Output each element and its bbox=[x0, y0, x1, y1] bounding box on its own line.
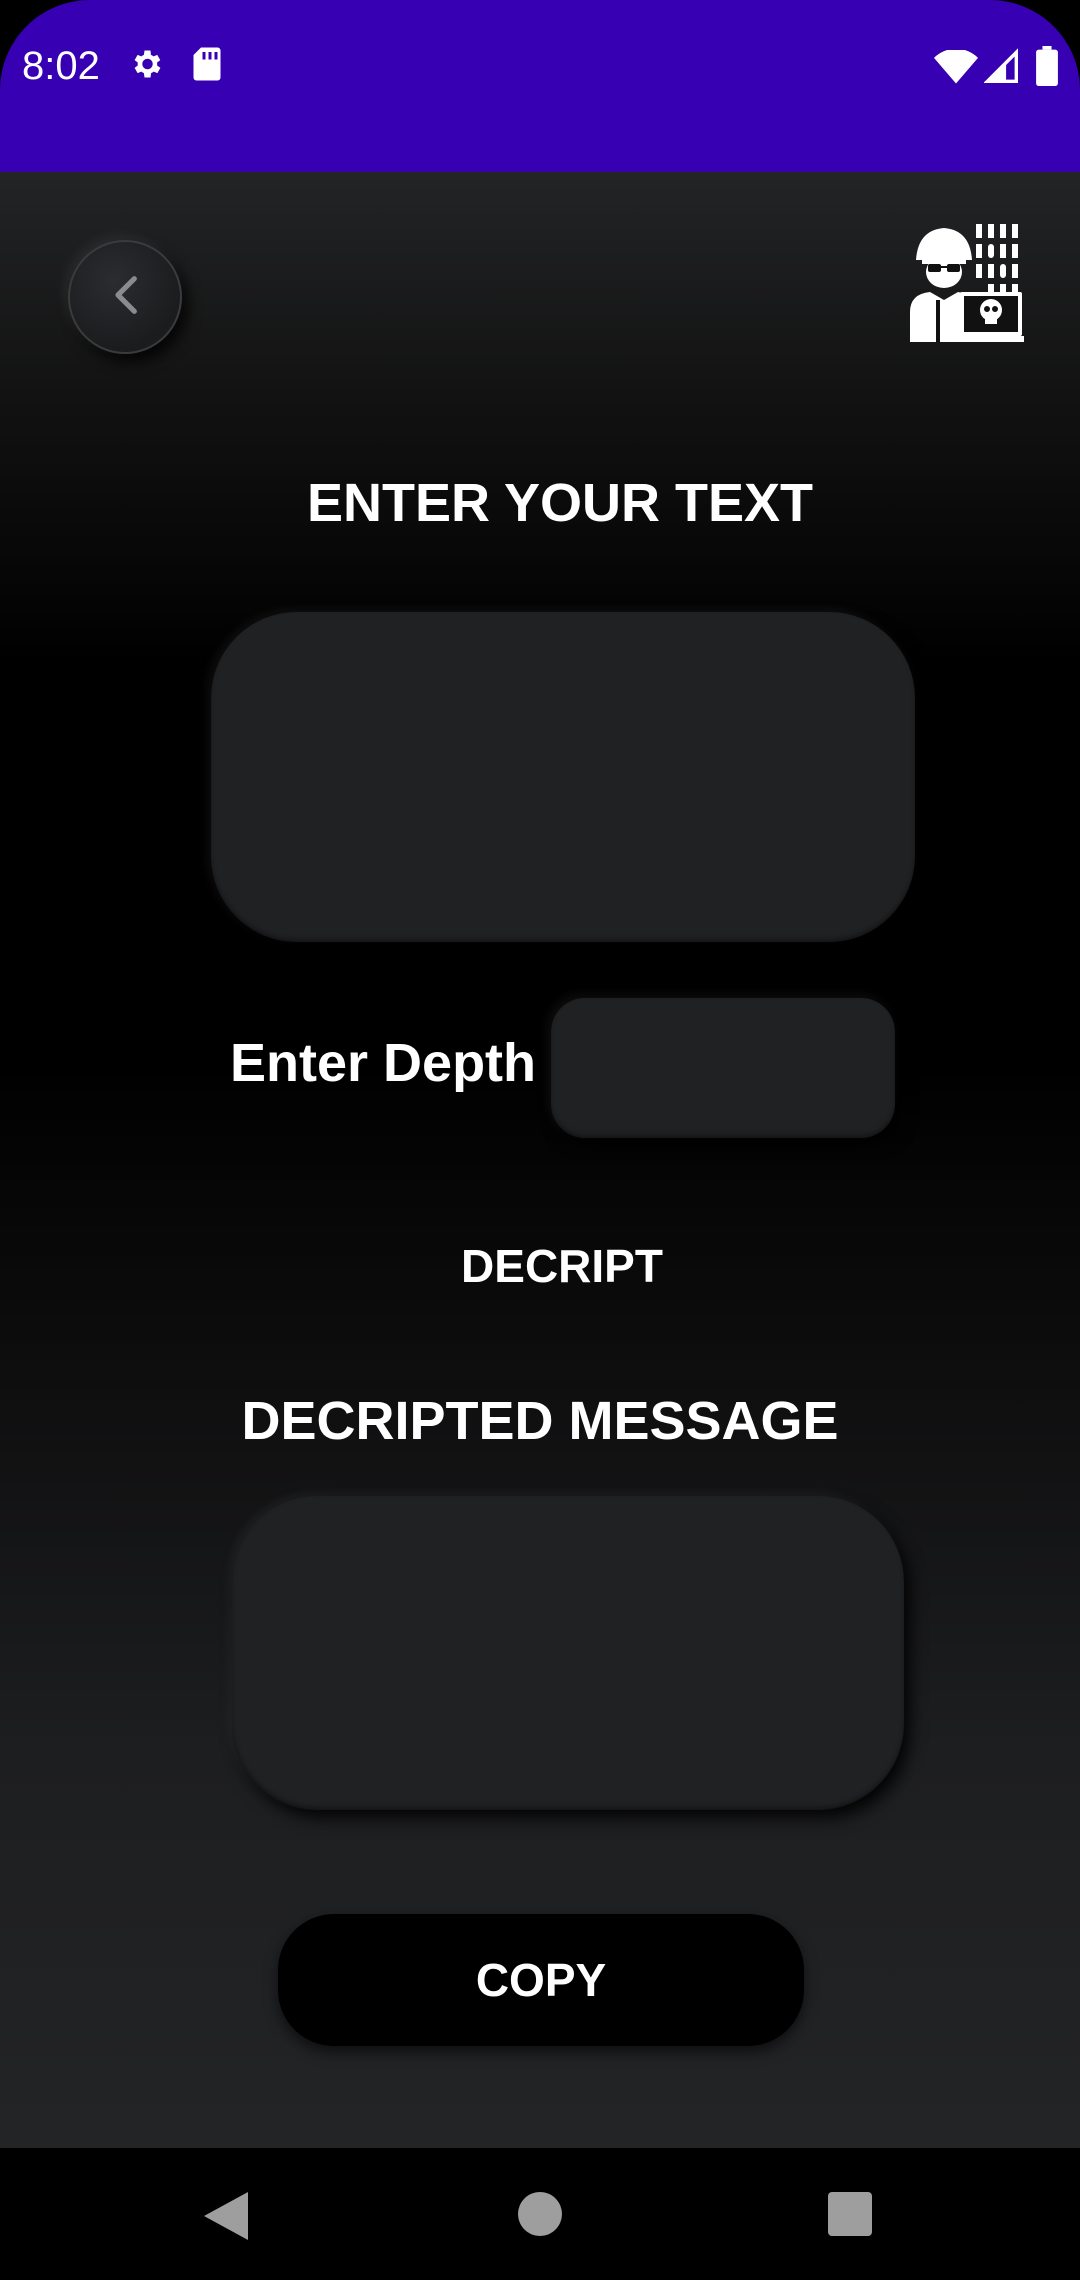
battery-icon bbox=[1036, 46, 1058, 91]
phone-screen: 8:02 ENTER YOUR TEXT Enter Depth DECRIPT… bbox=[0, 0, 1080, 2280]
decripted-message-output bbox=[232, 1496, 904, 1810]
status-time: 8:02 bbox=[22, 44, 100, 88]
home-circle-icon[interactable] bbox=[518, 2192, 562, 2241]
recents-square-icon[interactable] bbox=[828, 2192, 872, 2241]
wifi-icon bbox=[934, 48, 978, 89]
chevron-left-icon bbox=[110, 274, 140, 321]
sd-card-icon bbox=[192, 46, 222, 87]
back-button[interactable] bbox=[68, 240, 182, 354]
hacker-logo-icon bbox=[910, 224, 1024, 344]
app-content: ENTER YOUR TEXT Enter Depth DECRIPT DECR… bbox=[0, 172, 1080, 2148]
decripted-message-title: DECRIPTED MESSAGE bbox=[241, 1391, 839, 1451]
depth-label: Enter Depth bbox=[230, 1033, 537, 1093]
back-triangle-icon[interactable] bbox=[204, 2192, 248, 2245]
enter-text-title: ENTER YOUR TEXT bbox=[306, 473, 814, 533]
decript-button[interactable]: DECRIPT bbox=[440, 1226, 684, 1306]
depth-input[interactable] bbox=[551, 998, 895, 1138]
text-input[interactable] bbox=[211, 612, 915, 942]
gear-icon bbox=[128, 46, 164, 87]
status-bar: 8:02 bbox=[0, 0, 1080, 172]
copy-button[interactable]: COPY bbox=[278, 1914, 804, 2046]
navigation-bar bbox=[0, 2148, 1080, 2280]
signal-icon bbox=[983, 48, 1018, 89]
